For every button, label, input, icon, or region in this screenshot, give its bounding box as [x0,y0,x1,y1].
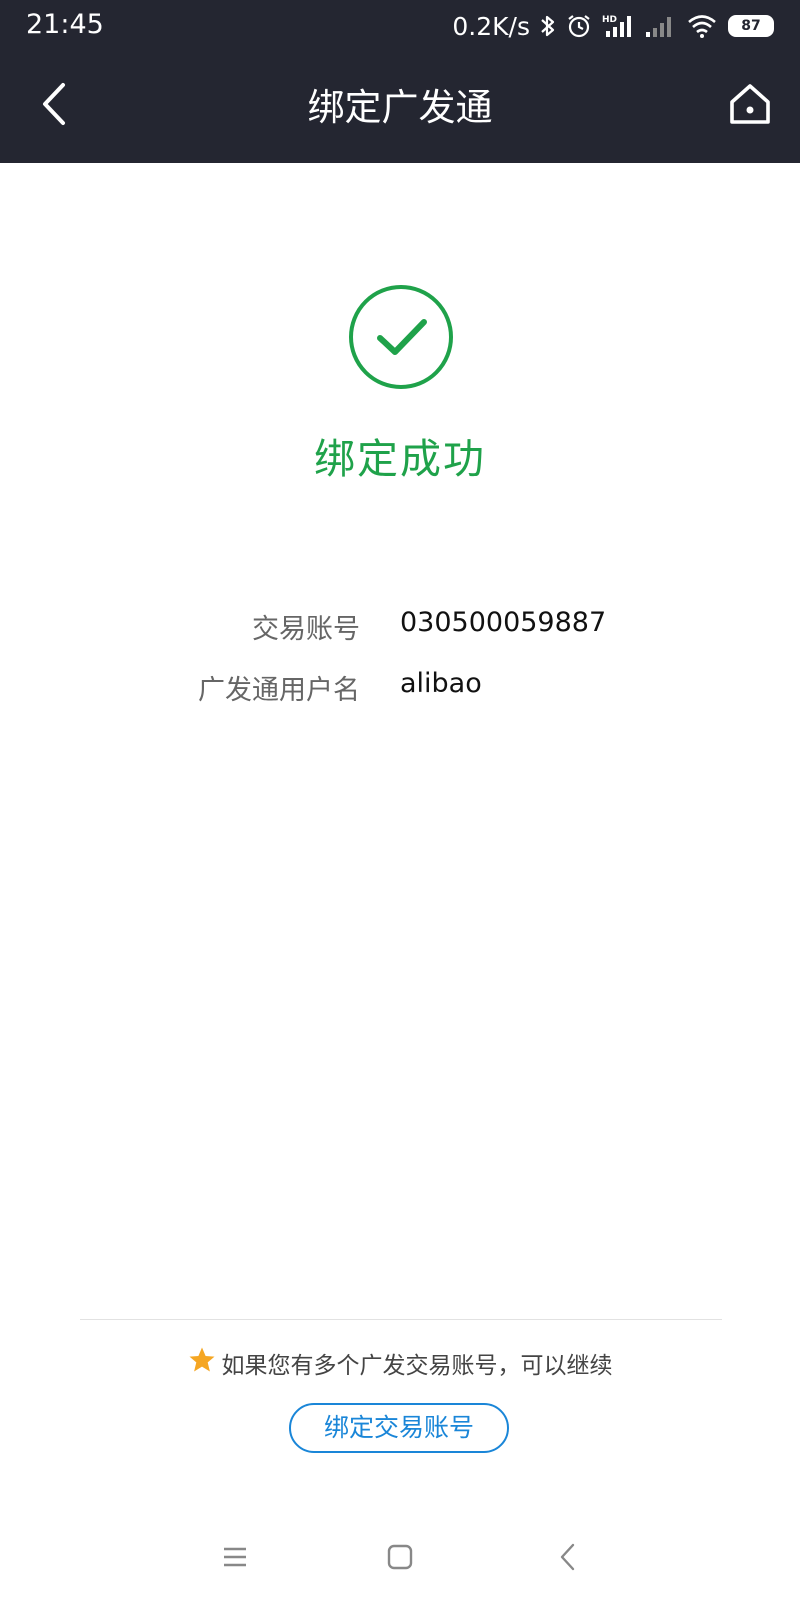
svg-text:HD: HD [602,15,617,25]
menu-icon [222,1546,248,1572]
battery-icon: 87 [728,15,774,37]
battery-level: 87 [741,18,761,34]
account-label: 交易账号 [252,614,360,645]
success-message: 绑定成功 [314,435,486,483]
system-nav-bar [0,1520,800,1600]
home-square-icon [387,1544,413,1574]
menu-button[interactable] [205,1534,265,1584]
status-bar: 21:45 0.2K/s HD 87 [0,0,800,52]
back-icon [559,1543,577,1575]
bluetooth-icon [540,13,556,39]
hd-signal-icon: HD [602,13,634,39]
title-bar: 绑定广发通 [0,52,800,163]
page-title: 绑定广发通 [307,86,493,129]
hint: 如果您有多个广发交易账号，可以继续 [0,1346,800,1380]
check-circle-icon [348,284,454,390]
wifi-icon [686,13,718,39]
chevron-left-icon [39,82,69,130]
username-label: 广发通用户名 [198,675,360,706]
home-icon [728,82,772,130]
home-button[interactable] [718,74,782,138]
signal-icon [644,13,676,39]
net-speed: 0.2K/s [452,11,530,41]
divider [80,1319,722,1320]
username-row: 广发通用户名 alibao [0,668,800,712]
alarm-icon [566,13,592,39]
status-time: 21:45 [26,9,104,40]
star-icon [188,1346,216,1380]
account-value: 030500059887 [400,607,607,638]
bind-account-button[interactable]: 绑定交易账号 [289,1403,509,1453]
status-icons: 0.2K/s HD 87 [452,10,774,42]
hint-text: 如果您有多个广发交易账号，可以继续 [221,1353,613,1379]
back-button[interactable] [24,74,84,138]
account-row: 交易账号 030500059887 [0,607,800,651]
home-nav-button[interactable] [370,1534,430,1584]
back-nav-button[interactable] [538,1534,598,1584]
username-value: alibao [400,668,482,699]
